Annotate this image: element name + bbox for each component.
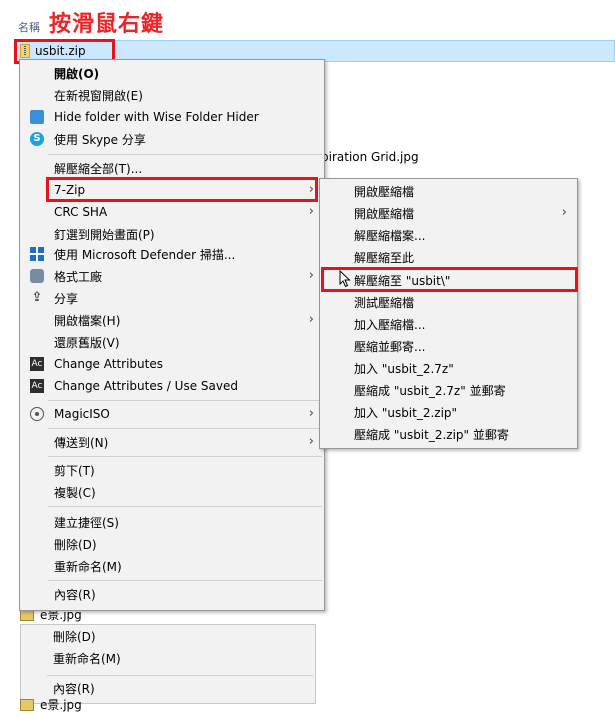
chevron-right-icon: ›	[561, 205, 567, 220]
menu-defender-scan[interactable]: 使用 Microsoft Defender 掃描...	[20, 243, 324, 265]
ghost-menu-rename: 重新命名(M)	[53, 651, 121, 666]
menu-send-to[interactable]: 傳送到(N) ›	[20, 431, 324, 453]
menu-rename[interactable]: 重新命名(M)	[20, 555, 324, 577]
menu-delete[interactable]: 刪除(D)	[20, 533, 324, 555]
7zip-compress-zip-email[interactable]: 壓縮成 "usbit_2.zip" 並郵寄	[320, 423, 577, 445]
menu-restore-versions[interactable]: 還原舊版(V)	[20, 331, 324, 353]
wise-folder-hider-icon	[30, 110, 44, 124]
7zip-add-to-archive[interactable]: 加入壓縮檔...	[320, 313, 577, 335]
7zip-test-archive[interactable]: 測試壓縮檔	[320, 291, 577, 313]
menu-create-shortcut[interactable]: 建立捷徑(S)	[20, 511, 324, 533]
change-attributes-icon: Ac	[30, 357, 44, 371]
defender-shield-icon	[30, 247, 44, 261]
menu-properties[interactable]: 內容(R)	[20, 583, 324, 605]
menu-open-with[interactable]: 開啟檔案(H) ›	[20, 309, 324, 331]
7zip-compress-7z-email[interactable]: 壓縮成 "usbit_2.7z" 並郵寄	[320, 379, 577, 401]
menu-copy[interactable]: 複製(C)	[20, 481, 324, 503]
right-click-annotation: 按滑鼠右鍵	[49, 12, 165, 37]
menu-open-new-window[interactable]: 在新視窗開啟(E)	[20, 84, 324, 106]
7zip-submenu: 開啟壓縮檔 開啟壓縮檔 › 解壓縮檔案... 解壓縮至此 解壓縮至 "usbit\…	[319, 178, 578, 449]
menu-format-factory[interactable]: 格式工廠 ›	[20, 265, 324, 287]
menu-magiciso[interactable]: MagicISO ›	[20, 403, 324, 425]
chevron-right-icon: ›	[308, 268, 314, 283]
7zip-open-archive-more[interactable]: 開啟壓縮檔 ›	[320, 202, 577, 224]
background-file-name: e景.jpg	[40, 698, 82, 712]
chevron-right-icon: ›	[308, 312, 314, 327]
magiciso-icon	[30, 407, 44, 421]
highlight-7zip	[46, 177, 318, 202]
image-file-icon	[20, 698, 34, 711]
chevron-right-icon: ›	[308, 406, 314, 421]
menu-crc-sha[interactable]: CRC SHA ›	[20, 201, 324, 223]
7zip-add-to-7z[interactable]: 加入 "usbit_2.7z"	[320, 357, 577, 379]
7zip-extract-here[interactable]: 解壓縮至此	[320, 246, 577, 268]
column-header-name[interactable]: 名稱	[18, 19, 40, 35]
7zip-extract-files[interactable]: 解壓縮檔案...	[320, 224, 577, 246]
menu-cut[interactable]: 剪下(T)	[20, 459, 324, 481]
menu-extract-all[interactable]: 解壓縮全部(T)...	[20, 157, 324, 179]
ghost-context-menu: 刪除(D) 重新命名(M) 內容(R)	[20, 624, 316, 704]
chevron-right-icon: ›	[308, 204, 314, 219]
7zip-open-archive[interactable]: 開啟壓縮檔	[320, 180, 577, 202]
menu-change-attributes[interactable]: Ac Change Attributes	[20, 353, 324, 375]
menu-skype-share[interactable]: S 使用 Skype 分享	[20, 128, 324, 150]
change-attributes-icon: Ac	[30, 379, 44, 393]
menu-wise-folder-hider[interactable]: Hide folder with Wise Folder Hider	[20, 106, 324, 128]
context-menu: 開啟(O) 在新視窗開啟(E) Hide folder with Wise Fo…	[19, 59, 325, 611]
background-file-name[interactable]: piration Grid.jpg	[321, 150, 419, 164]
share-icon: ⇪	[31, 290, 43, 305]
format-factory-icon	[30, 269, 44, 283]
menu-pin-start[interactable]: 釘選到開始畫面(P)	[20, 223, 324, 245]
highlight-extract-to	[321, 267, 578, 292]
mouse-cursor-icon	[339, 270, 351, 288]
menu-change-attributes-saved[interactable]: Ac Change Attributes / Use Saved	[20, 375, 324, 397]
chevron-right-icon: ›	[308, 434, 314, 449]
7zip-add-to-zip[interactable]: 加入 "usbit_2.zip"	[320, 401, 577, 423]
background-file-row[interactable]: e景.jpg	[20, 696, 82, 713]
skype-icon: S	[30, 132, 44, 146]
ghost-menu-delete: 刪除(D)	[53, 629, 96, 644]
menu-share[interactable]: ⇪ 分享	[20, 287, 324, 309]
menu-open[interactable]: 開啟(O)	[20, 62, 324, 84]
7zip-compress-and-email[interactable]: 壓縮並郵寄...	[320, 335, 577, 357]
